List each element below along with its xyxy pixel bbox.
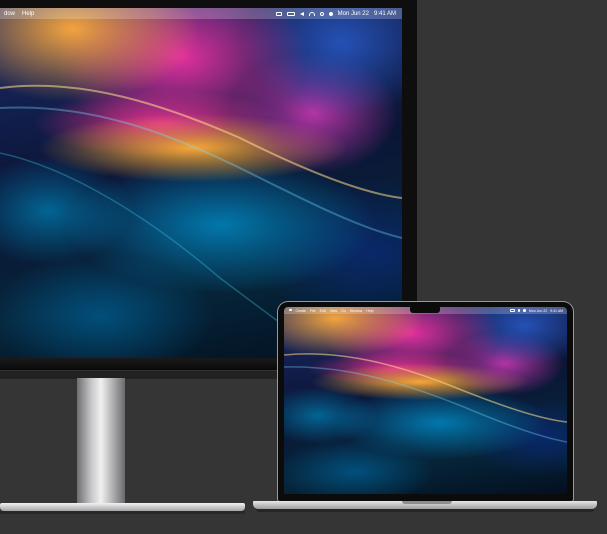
menu-file[interactable]: File <box>310 309 316 313</box>
macbook-base-shadow <box>256 509 594 512</box>
battery-icon[interactable] <box>286 11 295 16</box>
apple-menu-icon[interactable] <box>289 308 292 311</box>
display-stand-shadow <box>0 511 245 514</box>
macbook-opening-notch <box>402 501 452 504</box>
menu-window[interactable]: Window <box>350 309 362 313</box>
menu-date[interactable]: Mon Jun 22 <box>529 309 547 313</box>
control-center-icon[interactable] <box>328 11 333 16</box>
menu-go[interactable]: Go <box>341 309 346 313</box>
menu-view[interactable]: View <box>330 309 338 313</box>
menu-bar: dow Help Mon Jun 22 9:41 AM <box>0 8 402 19</box>
wifi-icon[interactable] <box>517 309 521 312</box>
wallpaper-swirl-lines <box>284 353 567 443</box>
display-stand-neck <box>77 378 125 504</box>
menu-time[interactable]: 9:41 AM <box>550 309 563 313</box>
wifi-icon[interactable] <box>308 11 315 16</box>
menu-help[interactable]: Help <box>22 11 34 17</box>
sound-icon[interactable] <box>299 11 304 16</box>
battery-icon[interactable] <box>509 309 515 312</box>
macbook-screen: Create File Edit View Go Window Help Mon… <box>284 307 567 494</box>
display-stand-base <box>0 503 245 511</box>
search-icon[interactable] <box>319 11 324 16</box>
camera-notch <box>410 307 440 313</box>
screen-mirroring-icon[interactable] <box>275 11 282 16</box>
menu-edit[interactable]: Edit <box>320 309 326 313</box>
menu-window[interactable]: dow <box>4 11 15 17</box>
menu-help[interactable]: Help <box>366 309 373 313</box>
menu-app[interactable]: Create <box>296 309 307 313</box>
control-center-icon[interactable] <box>523 309 526 312</box>
menu-time[interactable]: 9:41 AM <box>374 11 396 17</box>
menu-date[interactable]: Mon Jun 22 <box>338 11 369 17</box>
